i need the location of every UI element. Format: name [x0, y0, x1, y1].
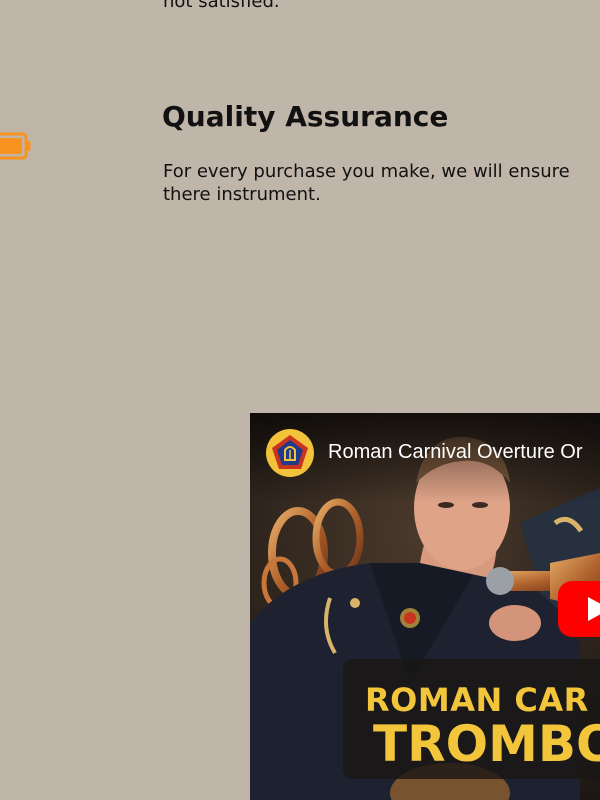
quality-assurance-text: For every purchase you make, we will ens… [163, 161, 570, 205]
quality-assurance-heading: Quality Assurance [162, 100, 449, 133]
lyre-pentagon-icon[interactable] [265, 428, 315, 478]
previous-section-text: not satisfied. [163, 0, 280, 12]
video-title[interactable]: Roman Carnival Overture Or [328, 441, 583, 464]
battery-icon [0, 132, 31, 160]
banner-line-2: TROMBO [373, 715, 600, 773]
banner-line-1: ROMAN CAR [365, 681, 589, 719]
video-title-banner: ROMAN CAR TROMBO [343, 659, 600, 779]
page: not satisfied. Quality Assurance For eve… [0, 0, 600, 800]
play-button[interactable] [558, 581, 600, 637]
play-icon [588, 597, 600, 621]
video-embed[interactable]: Roman Carnival Overture Or ROMAN CAR TRO… [250, 413, 600, 800]
